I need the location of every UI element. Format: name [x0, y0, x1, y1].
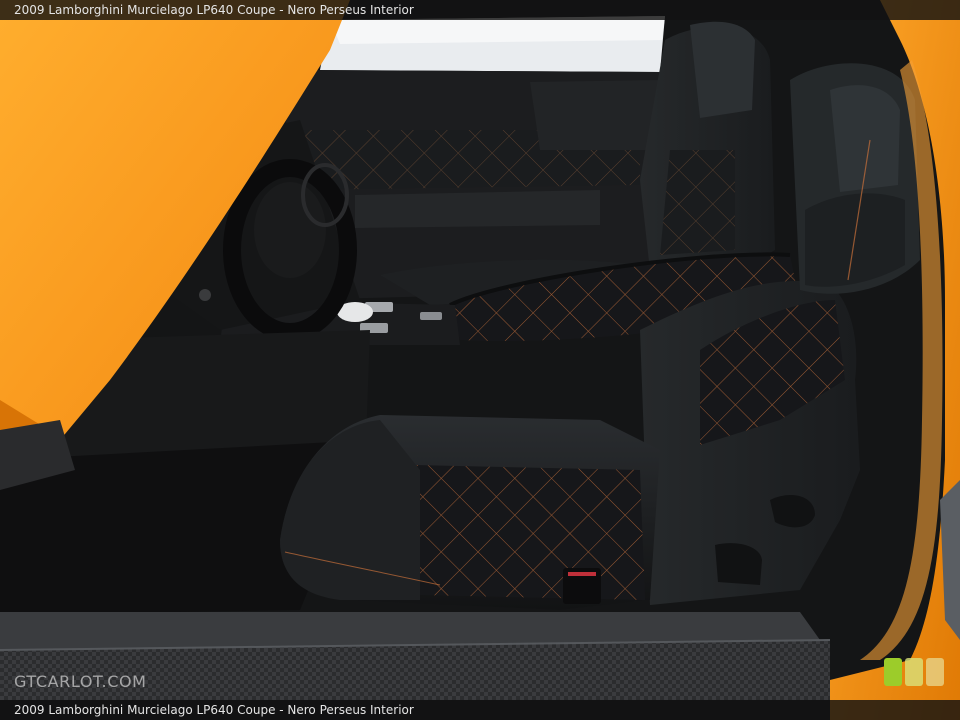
site-badge-icon	[884, 658, 948, 688]
caption-bottom: 2009 Lamborghini Murcielago LP640 Coupe …	[0, 700, 960, 720]
car-interior-photo	[0, 0, 960, 720]
watermark-logo: GTCARLOT.COM	[14, 672, 147, 691]
photo-frame: 2009 Lamborghini Murcielago LP640 Coupe …	[0, 0, 960, 720]
caption-top: 2009 Lamborghini Murcielago LP640 Coupe …	[0, 0, 960, 20]
